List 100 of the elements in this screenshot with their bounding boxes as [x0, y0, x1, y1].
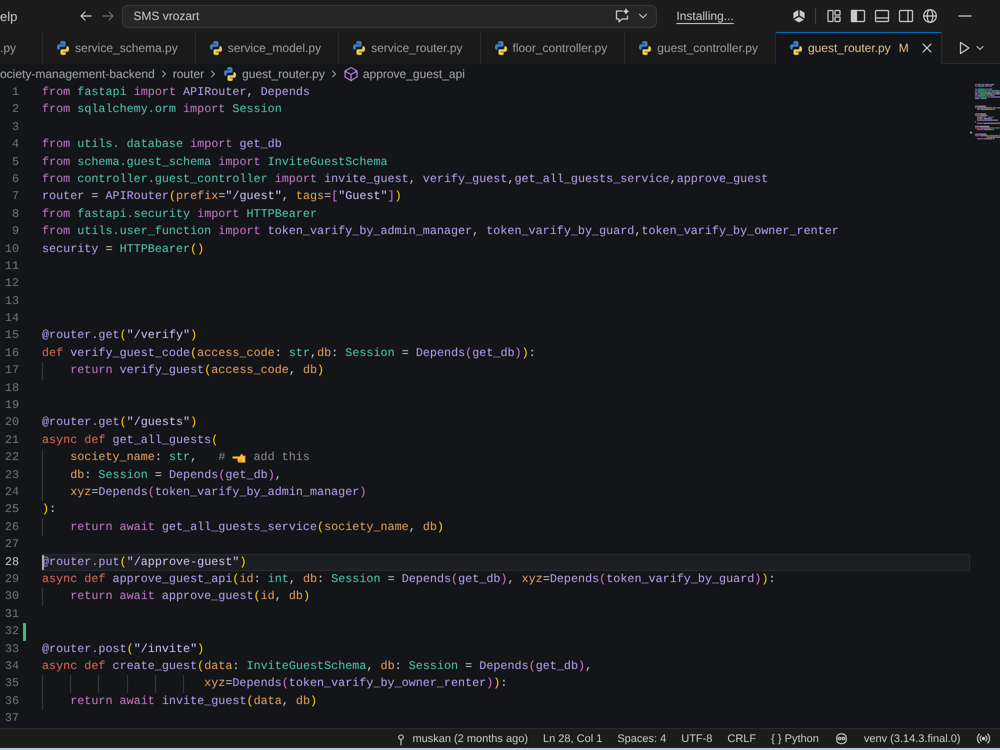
menu-item[interactable]: elp [0, 8, 22, 24]
python-icon [55, 40, 72, 56]
hexagon-icon[interactable] [791, 8, 807, 24]
code-text: @router.get("/guests") [42, 414, 198, 432]
line-number: 16 [4, 344, 19, 362]
line-number: 19 [4, 397, 19, 414]
code-text: xyz=Depends(token_varify_by_owner_renter)): [204, 675, 508, 692]
code-text: @router.get("/verify") [42, 327, 198, 344]
line-number: 20 [4, 414, 19, 432]
code-text: from fastapi.security import HTTPBearer [42, 206, 318, 223]
breadcrumb-item[interactable]: guest_router.py [222, 66, 325, 82]
code-text: from sqlalchemy.orm import Session [42, 101, 282, 118]
editor-tab[interactable]: service_schema.py [43, 32, 196, 64]
broadcast-icon[interactable] [976, 731, 990, 746]
code-text: from utils. database import get_db [42, 136, 282, 154]
line-number: 10 [4, 240, 19, 258]
progress-status[interactable]: Installing... [676, 9, 734, 23]
line-number: 36 [4, 692, 19, 710]
line-number: 9 [10, 223, 19, 240]
globe-icon[interactable] [922, 8, 938, 24]
line-number: 4 [10, 136, 19, 154]
python-icon [351, 40, 368, 56]
sidebar-left-icon[interactable] [850, 8, 866, 24]
editor-tab[interactable]: floor_controller.py [480, 32, 626, 64]
code-text: async def create_guest(data: InviteGuestSchema, db: Session = Depends(get_db), [42, 658, 592, 675]
code-text: from fastapi import APIRouter, Depends [42, 84, 310, 101]
code-text: society_name: str, # [70, 449, 226, 466]
line-number: 27 [4, 536, 19, 554]
line-number: 8 [10, 206, 19, 223]
line-number: 14 [4, 310, 19, 328]
code-text: add this [252, 449, 310, 466]
code-text: @router.put("/approve-guest") [42, 554, 247, 571]
code-text: from schema.guest_schema import InviteGuestSchema [42, 154, 388, 171]
line-number: 7 [10, 188, 19, 206]
code-text: from utils.user_function import token_varify_by_admin_manager, token_varify_by_guard,token_varify_by_owner_renter [42, 223, 839, 240]
indentation-status[interactable]: Spaces: 4 [610, 729, 674, 748]
code-text: db: Session = Depends(get_db), [70, 466, 282, 484]
code-text: async def approve_guest_api(id: int, db: Session = Depends(get_db), xyz=Depends(token_varify_by_guard)): [42, 570, 776, 588]
blame-status[interactable]: muskan (2 months ago) [386, 729, 536, 748]
line-number: 11 [4, 258, 19, 275]
line-number: 29 [4, 570, 19, 588]
code-text: def verify_guest_code(access_code: str,db: Session = Depends(get_db)): [42, 344, 536, 362]
line-number: 34 [4, 658, 19, 675]
line-number: 23 [4, 466, 19, 484]
layout-icon[interactable] [826, 8, 842, 24]
code-text: async def get_all_guests( [42, 432, 218, 449]
command-center[interactable]: SMS vrozart [122, 4, 658, 28]
python-icon [637, 40, 654, 56]
line-number: 26 [4, 518, 19, 536]
line-number: 15 [4, 327, 19, 344]
line-ending-status[interactable]: CRLF [720, 729, 764, 748]
chat-sparkle-icon[interactable] [614, 8, 630, 24]
line-number: 1 [10, 84, 19, 101]
code-text: from controller.guest_controller import invite_guest, verify_guest,get_all_guests_service,approve_guest [42, 170, 768, 188]
line-number: 31 [4, 606, 19, 623]
line-number: 5 [10, 154, 19, 171]
python-icon [492, 40, 508, 56]
language-status[interactable]: { } Python [764, 729, 826, 748]
code-text: return await invite_guest(data, db) [70, 692, 318, 710]
line-number: 24 [4, 484, 19, 501]
line-number: 17 [4, 362, 19, 380]
python-icon [788, 40, 804, 56]
editor-tab[interactable]: .py [0, 32, 44, 64]
line-number: 21 [4, 432, 19, 449]
panel-bottom-icon[interactable] [874, 8, 890, 24]
workspace-name: SMS vrozart [133, 9, 200, 23]
line-number: 28 [4, 554, 19, 571]
breadcrumb-item[interactable]: approve_guest_api [342, 66, 465, 82]
line-number: 32 [4, 623, 19, 640]
cube-icon [342, 66, 359, 82]
line-number: 2 [10, 101, 19, 118]
breadcrumb-item[interactable]: ociety-management-backend [0, 67, 155, 81]
editor-tab[interactable]: guest_router.py M [776, 32, 942, 64]
editor-tab[interactable]: guest_controller.py [625, 32, 776, 64]
line-number: 30 [4, 588, 19, 606]
python-icon [208, 40, 224, 56]
code-text: router = APIRouter(prefix="/guest", tags=["Guest"]) [42, 188, 402, 206]
code-text: return await get_all_guests_service(society_name, db) [70, 518, 444, 536]
minimap[interactable] [970, 84, 1000, 142]
code-text: xyz=Depends(token_varify_by_admin_manager) [70, 484, 366, 501]
python-icon [222, 66, 238, 82]
breadcrumb-item[interactable]: router [172, 67, 204, 81]
code-text: ): [42, 501, 56, 518]
editor-tab[interactable]: service_model.py [196, 32, 340, 64]
line-number: 6 [10, 170, 19, 188]
line-number: 18 [4, 380, 19, 397]
line-number: 37 [4, 710, 19, 728]
line-number: 13 [4, 292, 19, 310]
code-text: return await approve_guest(id, db) [70, 588, 310, 606]
editor-tab[interactable]: service_router.py [339, 32, 480, 64]
code-text: return verify_guest(access_code, db) [70, 362, 324, 380]
sidebar-right-icon[interactable] [898, 8, 914, 24]
code-text: security = HTTPBearer() [42, 240, 204, 258]
encoding-status[interactable]: UTF-8 [674, 729, 720, 748]
cursor-position[interactable]: Ln 28, Col 1 [536, 729, 610, 748]
line-number: 3 [10, 118, 19, 136]
line-number: 35 [4, 675, 19, 692]
line-number: 25 [4, 501, 19, 518]
robot-face-icon[interactable] [834, 731, 849, 746]
interpreter-status[interactable]: venv (3.14.3.final.0) [856, 729, 968, 748]
